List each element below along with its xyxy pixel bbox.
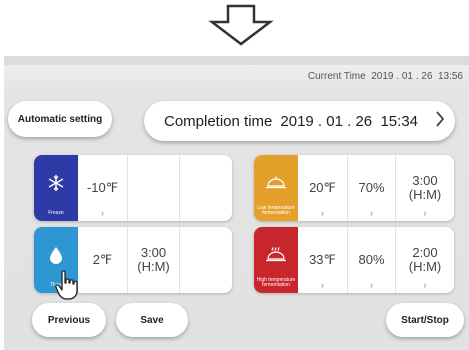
freeze-mode-label: Freeze — [48, 210, 64, 216]
low-temp-humidity-arrow: › — [370, 208, 373, 218]
high-temp-fermentation-label: High temperature fermentation — [256, 277, 296, 288]
save-label: Save — [140, 314, 164, 326]
previous-button[interactable]: Previous — [32, 303, 106, 337]
low-temp-fermentation-label: Low temperature fermentation — [257, 205, 295, 216]
automatic-setting-button[interactable]: Automatic setting — [8, 101, 112, 137]
low-temp-fermentation-card: Low temperature fermentation 20℉ › 70% ›… — [254, 155, 454, 221]
completion-time-label: Completion time — [164, 112, 273, 130]
hand-pointer-icon — [55, 270, 78, 300]
high-temp-time-arrow: › — [423, 280, 427, 290]
low-temp-temperature-arrow: › — [321, 208, 324, 218]
control-panel: Current Time 2019 . 01 . 26 13:56 Automa… — [4, 56, 469, 350]
dough-steam-icon — [266, 247, 286, 262]
low-temp-humidity: 70% — [358, 180, 385, 195]
freeze-mode-button[interactable]: Freeze — [34, 155, 78, 221]
low-temp-temperature-cell[interactable]: 20℉ › — [298, 155, 348, 221]
high-temp-fermentation-mode-button[interactable]: High temperature fermentation — [254, 227, 298, 293]
thaw-temperature: 2℉ — [92, 252, 113, 267]
low-temp-fermentation-mode-button[interactable]: Low temperature fermentation — [254, 155, 298, 221]
high-temp-temperature-cell[interactable]: 33℉ › — [298, 227, 348, 293]
chevron-right-icon — [436, 111, 445, 127]
start-stop-button[interactable]: Start/Stop — [386, 303, 464, 337]
previous-label: Previous — [47, 314, 91, 326]
low-temp-time-cell[interactable]: 3:00 (H:M) › — [396, 155, 454, 221]
freeze-temperature-arrow: › — [101, 208, 104, 218]
save-button[interactable]: Save — [116, 303, 188, 337]
high-temp-fermentation-card: High temperature fermentation 33℉ › 80% … — [254, 227, 454, 293]
dough-icon — [266, 176, 286, 189]
thaw-empty-cell — [180, 227, 232, 293]
current-time-label: Current Time — [307, 71, 366, 82]
panel-top-band — [4, 57, 469, 65]
high-temp-humidity-cell[interactable]: 80% › — [348, 227, 396, 293]
high-temp-temperature-arrow: › — [321, 280, 324, 290]
low-temp-temperature: 20℉ — [309, 180, 336, 195]
completion-time-value: 2019 . 01 . 26 15:34 — [280, 112, 419, 130]
high-temp-temperature: 33℉ — [309, 252, 336, 267]
freeze-card: Freeze -10℉ › — [34, 155, 232, 221]
high-temp-time-cell[interactable]: 2:00 (H:M) › — [396, 227, 454, 293]
droplet-icon — [50, 247, 62, 264]
freeze-temperature-cell[interactable]: -10℉ › — [78, 155, 128, 221]
high-temp-humidity: 80% — [358, 252, 385, 267]
low-temp-humidity-cell[interactable]: 70% › — [348, 155, 396, 221]
snowflake-icon — [48, 175, 64, 191]
automatic-setting-label: Automatic setting — [17, 113, 103, 125]
thaw-time-cell[interactable]: 3:00 (H:M) — [128, 227, 180, 293]
completion-time-button[interactable]: Completion time 2019 . 01 . 26 15:34 — [144, 101, 455, 141]
start-stop-label: Start/Stop — [401, 314, 449, 326]
freeze-empty-cell-2 — [180, 155, 232, 221]
low-temp-time-arrow: › — [423, 208, 427, 218]
high-temp-humidity-arrow: › — [370, 280, 373, 290]
low-temp-time: 3:00 (H:M) — [408, 173, 442, 202]
high-temp-time: 2:00 (H:M) — [408, 245, 442, 274]
freeze-empty-cell — [128, 155, 180, 221]
down-arrow-icon — [208, 4, 274, 46]
thaw-temperature-cell[interactable]: 2℉ — [78, 227, 128, 293]
current-time-value: 2019 . 01 . 26 13:56 — [371, 71, 463, 82]
thaw-time: 3:00 (H:M) — [137, 245, 170, 274]
freeze-temperature: -10℉ — [86, 180, 119, 195]
current-time: Current Time 2019 . 01 . 26 13:56 — [308, 71, 463, 82]
